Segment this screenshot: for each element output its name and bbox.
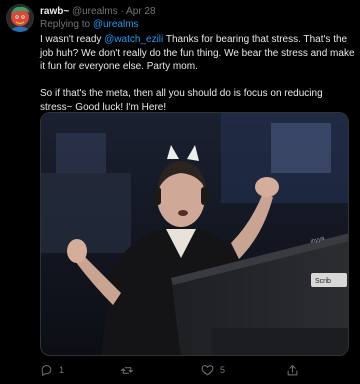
heart-icon xyxy=(201,364,214,377)
tweet-paragraph-1: I wasn't ready @watch_ezili Thanks for b… xyxy=(40,33,356,74)
paragraph-1-prefix: I wasn't ready xyxy=(40,34,105,45)
tweet-media[interactable]: inyya Scrib xyxy=(40,112,349,356)
tweet-text: I wasn't ready @watch_ezili Thanks for b… xyxy=(40,33,356,115)
tweet: rawb~ @urealms · Apr 28 Replying to @ure… xyxy=(0,0,360,384)
replying-to: Replying to @urealms xyxy=(40,18,139,32)
share-button[interactable] xyxy=(286,362,299,378)
like-count: 5 xyxy=(220,365,226,375)
share-icon xyxy=(286,364,299,377)
overlay-text: Scrib xyxy=(315,278,331,285)
avatar-illustration xyxy=(6,4,34,32)
reply-count: 1 xyxy=(59,365,65,375)
tweet-paragraph-2: So if that's the meta, then all you shou… xyxy=(40,88,323,113)
replying-to-handle[interactable]: @urealms xyxy=(93,19,139,30)
header-separator: · xyxy=(120,6,124,17)
replying-to-label: Replying to xyxy=(40,19,91,30)
reply-icon xyxy=(40,364,53,377)
mention-link[interactable]: @watch_ezili xyxy=(104,34,163,45)
tweet-actions: 1 5 xyxy=(40,362,350,378)
retweet-icon xyxy=(120,364,134,377)
reply-button[interactable]: 1 xyxy=(40,362,64,378)
tweet-header: rawb~ @urealms · Apr 28 xyxy=(40,5,156,19)
avatar[interactable] xyxy=(6,4,34,32)
like-button[interactable]: 5 xyxy=(201,362,225,378)
retweet-button[interactable] xyxy=(120,362,140,378)
display-name[interactable]: rawb~ xyxy=(40,6,69,17)
media-photo: inyya Scrib xyxy=(41,113,348,355)
handle[interactable]: @urealms xyxy=(72,6,118,17)
tweet-date[interactable]: Apr 28 xyxy=(126,6,155,17)
